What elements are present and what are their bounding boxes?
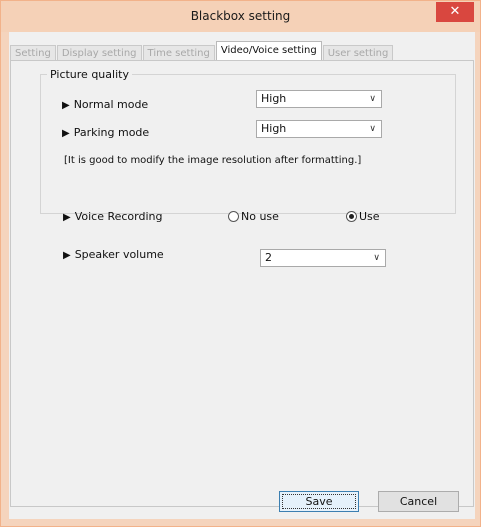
tab-video-voice-setting[interactable]: Video/Voice setting <box>215 41 322 60</box>
parking-mode-label: ▶ Parking mode <box>62 126 149 139</box>
voice-recording-label: ▶ Voice Recording <box>63 210 163 223</box>
bullet-icon: ▶ <box>63 212 71 223</box>
voice-no-use-radio[interactable]: No use <box>228 210 279 223</box>
parking-mode-label-text: Parking mode <box>73 126 150 139</box>
voice-use-radio[interactable]: Use <box>346 210 380 223</box>
bullet-icon: ▶ <box>63 250 71 261</box>
close-icon: ✕ <box>449 4 461 19</box>
voice-recording-label-text: Voice Recording <box>74 210 163 223</box>
picture-quality-group-label: Picture quality <box>47 68 132 81</box>
parking-mode-value: High <box>261 122 287 135</box>
radio-checked-icon <box>346 211 357 222</box>
voice-no-use-label: No use <box>241 210 279 223</box>
tab-time-setting[interactable]: Time setting <box>142 45 215 60</box>
tab-strip: Setting Display setting Time setting Vid… <box>10 41 394 60</box>
speaker-volume-label-text: Speaker volume <box>74 248 164 261</box>
close-button[interactable]: ✕ <box>436 2 474 22</box>
tab-display-setting[interactable]: Display setting <box>56 45 142 60</box>
focus-rectangle <box>282 494 356 509</box>
parking-mode-select[interactable]: High ∨ <box>256 120 382 138</box>
speaker-volume-label: ▶ Speaker volume <box>63 248 164 261</box>
normal-mode-label-text: Normal mode <box>73 98 149 111</box>
normal-mode-select[interactable]: High ∨ <box>256 90 382 108</box>
speaker-volume-select[interactable]: 2 ∨ <box>260 249 386 267</box>
normal-mode-label: ▶ Normal mode <box>62 98 148 111</box>
radio-unchecked-icon <box>228 211 239 222</box>
tab-user-setting[interactable]: User setting <box>322 45 394 60</box>
dialog-window: Blackbox setting ✕ Setting Display setti… <box>0 0 481 527</box>
chevron-down-icon: ∨ <box>373 253 380 263</box>
bullet-icon: ▶ <box>62 100 70 111</box>
voice-use-label: Use <box>359 210 380 223</box>
tab-setting[interactable]: Setting <box>10 45 56 60</box>
picture-quality-group <box>40 74 456 214</box>
cancel-button-label: Cancel <box>399 495 438 508</box>
window-title: Blackbox setting <box>190 9 291 23</box>
bullet-icon: ▶ <box>62 128 70 139</box>
title-bar[interactable]: Blackbox setting ✕ <box>1 1 480 32</box>
speaker-volume-value: 2 <box>265 251 272 264</box>
normal-mode-value: High <box>261 92 287 105</box>
cancel-button[interactable]: Cancel <box>378 491 459 512</box>
dialog-client-area: Setting Display setting Time setting Vid… <box>9 32 475 519</box>
save-button[interactable]: Save <box>279 491 359 512</box>
chevron-down-icon: ∨ <box>369 124 376 134</box>
chevron-down-icon: ∨ <box>369 94 376 104</box>
resolution-note: [It is good to modify the image resoluti… <box>64 155 362 166</box>
